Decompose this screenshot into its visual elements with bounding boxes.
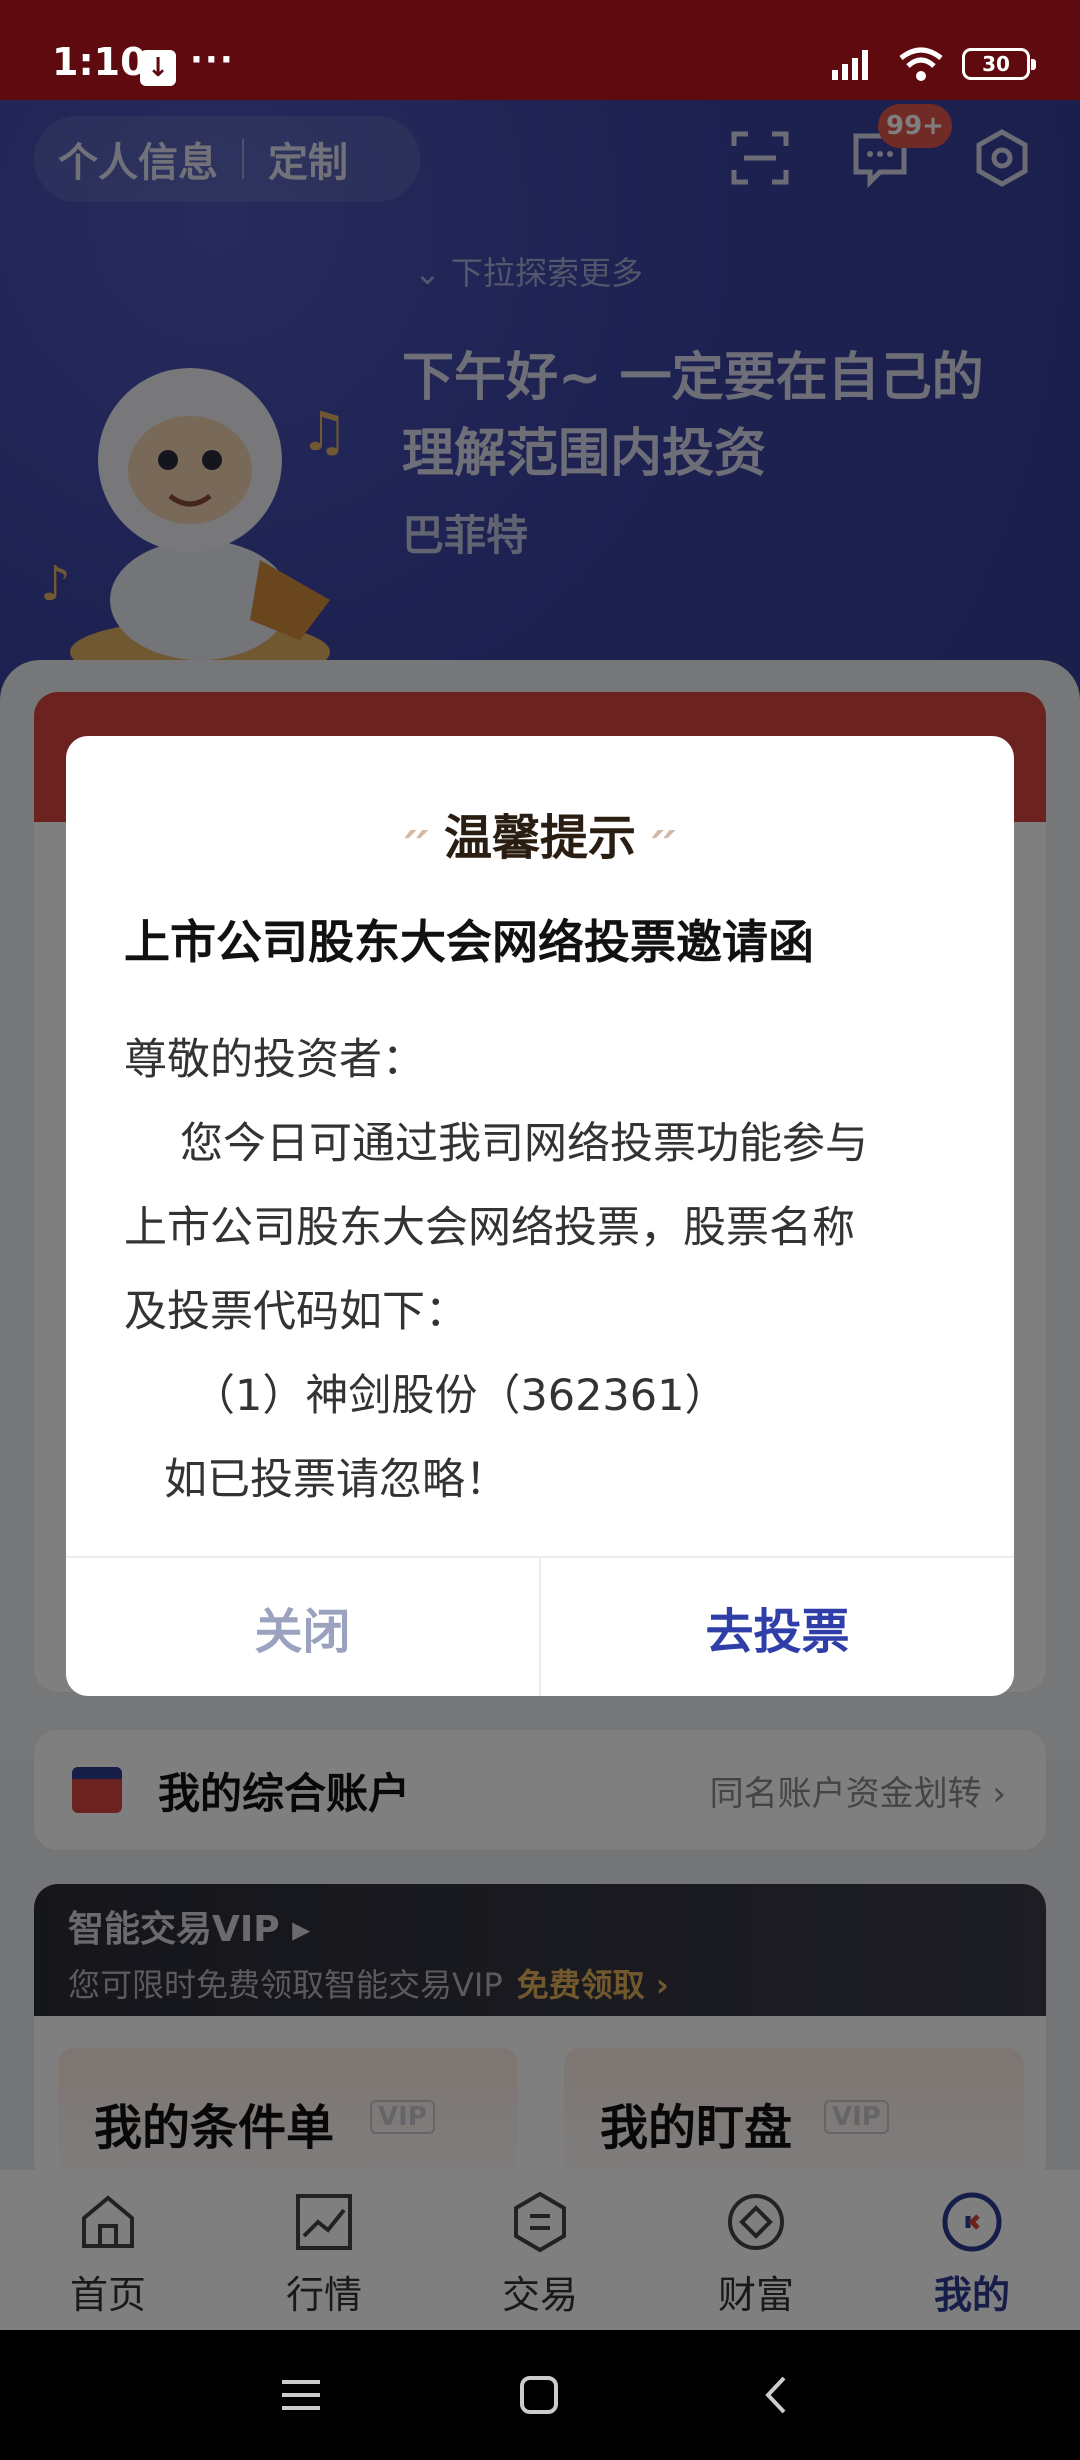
- dialog-paragraph: 上市公司股东大会网络投票，股票名称: [124, 1203, 855, 1253]
- quote-mark-icon: ״: [400, 814, 432, 865]
- status-time: 1:10: [52, 40, 147, 84]
- system-nav-bar: [0, 2330, 1080, 2460]
- notice-dialog: ״ 温馨提示 ״ 上市公司股东大会网络投票邀请函 尊敬的投资者： 您今日可通过我司网…: [66, 736, 1014, 1696]
- dialog-footer: 关闭 去投票: [66, 1556, 1014, 1696]
- back-icon[interactable]: [752, 2370, 802, 2420]
- battery-icon: 30: [962, 48, 1036, 80]
- dialog-heading: 上市公司股东大会网络投票邀请函: [124, 915, 814, 969]
- dialog-note: 如已投票请忽略！: [164, 1455, 508, 1505]
- status-more: ···: [190, 40, 235, 80]
- dialog-body: 尊敬的投资者： 您今日可通过我司网络投票功能参与 上市公司股东大会网络投票，股票…: [124, 1018, 964, 1522]
- status-right: 30: [830, 44, 1036, 84]
- dialog-paragraph: 及投票代码如下：: [124, 1287, 468, 1337]
- status-bar: 1:10 ↓ ··· 30: [0, 0, 1080, 100]
- quote-mark-icon: ״: [648, 814, 680, 865]
- wifi-icon: [899, 47, 943, 81]
- vote-button[interactable]: 去投票: [541, 1558, 1014, 1696]
- close-button[interactable]: 关闭: [66, 1558, 541, 1696]
- home-button-icon[interactable]: [514, 2370, 564, 2420]
- dialog-title: ״ 温馨提示 ״: [400, 810, 680, 866]
- signal-icon: [832, 50, 868, 80]
- dialog-paragraph: 您今日可通过我司网络投票功能参与: [180, 1119, 868, 1169]
- stock-item: （1）神剑股份（362361）: [192, 1371, 728, 1421]
- dialog-salutation: 尊敬的投资者：: [124, 1035, 425, 1085]
- download-icon: ↓: [140, 50, 176, 86]
- menu-icon[interactable]: [276, 2370, 326, 2420]
